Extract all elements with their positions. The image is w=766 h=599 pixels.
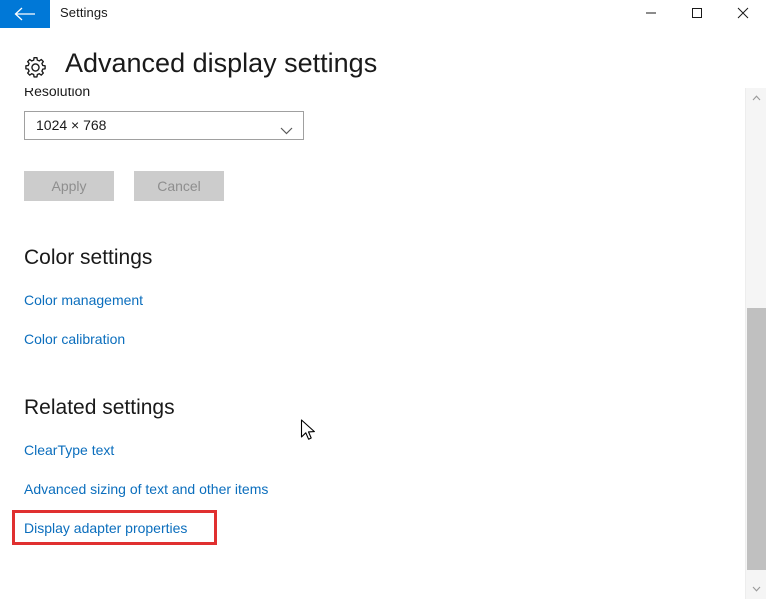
link-row: Color calibration: [0, 331, 745, 349]
link-color-calibration[interactable]: Color calibration: [24, 331, 125, 347]
close-icon: [737, 6, 749, 24]
color-settings-heading: Color settings: [24, 246, 153, 269]
page-header: Advanced display settings: [0, 30, 766, 88]
settings-content: Resolution 1024 × 768 Apply Cancel Color…: [0, 88, 745, 599]
title-bar: Settings: [0, 0, 766, 30]
apply-button[interactable]: Apply: [24, 171, 114, 201]
maximize-icon: [691, 6, 703, 24]
link-row: Display adapter properties: [0, 510, 745, 545]
link-row: Advanced sizing of text and other items: [0, 481, 745, 499]
link-row: ClearType text: [0, 442, 745, 460]
maximize-button[interactable]: [674, 0, 720, 30]
scroll-up-button[interactable]: [746, 88, 766, 108]
back-button[interactable]: [0, 0, 50, 28]
resolution-value: 1024 × 768: [36, 117, 107, 133]
related-settings-heading: Related settings: [24, 396, 175, 419]
app-title: Settings: [60, 5, 108, 20]
link-row: Color management: [0, 292, 745, 310]
resolution-label: Resolution: [24, 88, 91, 99]
resolution-actions: Apply Cancel: [24, 171, 745, 201]
scrollbar-thumb[interactable]: [747, 308, 766, 570]
minimize-icon: [645, 6, 657, 24]
page-title: Advanced display settings: [65, 48, 378, 78]
link-cleartype-text[interactable]: ClearType text: [24, 442, 114, 458]
scroll-down-button[interactable]: [746, 579, 766, 599]
resolution-dropdown[interactable]: 1024 × 768: [24, 111, 304, 140]
minimize-button[interactable]: [628, 0, 674, 30]
chevron-down-icon: [752, 586, 760, 592]
chevron-down-icon: [280, 122, 293, 140]
gear-icon: [23, 55, 48, 85]
link-advanced-sizing[interactable]: Advanced sizing of text and other items: [24, 481, 268, 497]
close-button[interactable]: [720, 0, 766, 30]
highlight-annotation: Display adapter properties: [12, 510, 217, 545]
link-display-adapter-properties[interactable]: Display adapter properties: [24, 520, 187, 536]
link-color-management[interactable]: Color management: [24, 292, 143, 308]
chevron-up-icon: [752, 95, 760, 101]
cancel-button[interactable]: Cancel: [134, 171, 224, 201]
window-controls: [628, 0, 766, 30]
vertical-scrollbar[interactable]: [745, 88, 766, 599]
